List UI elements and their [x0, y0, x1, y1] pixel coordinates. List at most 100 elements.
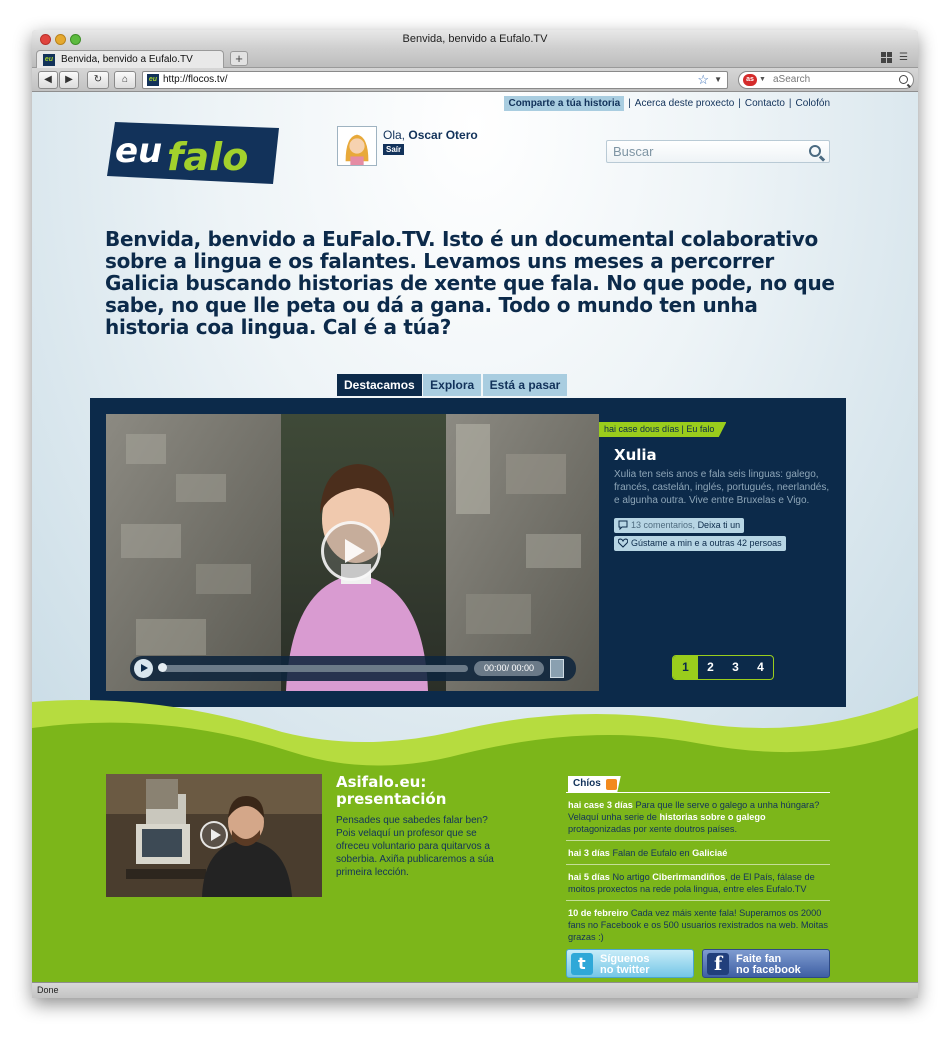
news-date: hai case 3 días — [568, 800, 633, 810]
top-navigation: Comparte a túa historia | Acerca deste pro… — [504, 96, 830, 111]
close-window-button[interactable] — [40, 34, 51, 45]
new-tab-button[interactable]: + — [230, 51, 248, 66]
intro-text: Benvida, benvido a EuFalo.TV. Isto é un … — [105, 227, 835, 339]
comments-pill[interactable]: 13 comentarios, Deixa ti un — [614, 518, 745, 533]
promo-play-icon[interactable] — [200, 821, 228, 849]
back-button[interactable]: ◀ — [38, 71, 58, 89]
facebook-fan-button[interactable]: Faite fan no facebook — [702, 949, 830, 978]
news-date: hai 3 días — [568, 848, 610, 858]
video-controls: 00:00/ 00:00 — [130, 656, 576, 681]
about-link[interactable]: Acerca deste proxecto — [635, 98, 735, 109]
volume-control[interactable] — [550, 659, 564, 678]
contact-link[interactable]: Contacto — [745, 98, 785, 109]
window-title: Benvida, benvido a Eufalo.TV — [402, 33, 548, 45]
browser-tab[interactable]: eu Benvida, benvido a Eufalo.TV — [36, 50, 224, 68]
promo-title[interactable]: Asifalo.eu: presentación — [336, 774, 496, 808]
pager-page-3[interactable]: 3 — [723, 656, 748, 679]
address-bar[interactable]: eu http://flocos.tv/ ☆ ▼ — [142, 71, 728, 89]
news-item: hai 3 días Falan de Eufalo en Galiciaé — [566, 845, 830, 865]
favicon-icon: eu — [43, 54, 55, 66]
facebook-icon — [707, 953, 729, 975]
play-overlay-icon[interactable] — [321, 521, 381, 581]
news-item: 10 de febreiro Cada vez máis xente fala!… — [566, 905, 830, 948]
title-bar: Benvida, benvido a Eufalo.TV — [32, 30, 918, 48]
page-viewport: Comparte a túa historia | Acerca deste pro… — [32, 92, 918, 982]
promo-video-thumbnail[interactable] — [106, 774, 322, 897]
status-bar: Done — [32, 982, 918, 998]
colophon-link[interactable]: Colofón — [796, 98, 830, 109]
share-story-link[interactable]: Comparte a túa historia — [504, 96, 625, 111]
history-dropdown-icon[interactable]: ▼ — [714, 72, 722, 88]
featured-title[interactable]: Xulia — [614, 446, 657, 464]
avatar[interactable] — [337, 126, 377, 166]
minimize-window-button[interactable] — [55, 34, 66, 45]
url-text: http://flocos.tv/ — [163, 74, 228, 85]
search-engine-dropdown-icon[interactable]: ▼ — [759, 72, 766, 88]
logo-text-eu: eu — [115, 131, 162, 171]
tab-destacamos[interactable]: Destacamos — [337, 374, 422, 396]
pager-page-2[interactable]: 2 — [698, 656, 723, 679]
pager-page-1[interactable]: 1 — [673, 656, 698, 679]
featured-tabs: Destacamos Explora Está a pasar — [337, 374, 568, 396]
tab-explora[interactable]: Explora — [423, 374, 482, 396]
news-item: hai 5 días No artigo Ciberirmandiños, de… — [566, 869, 830, 901]
zoom-window-button[interactable] — [70, 34, 81, 45]
featured-description: Xulia ten seis anos e fala seis linguas:… — [614, 469, 830, 506]
comments-count: 13 comentarios, — [631, 520, 696, 530]
chios-label: Chíos — [568, 776, 621, 793]
facebook-line-2: no facebook — [736, 964, 801, 976]
reload-button[interactable]: ↻ — [87, 71, 109, 89]
browser-search-placeholder: aSearch — [773, 74, 811, 85]
logo-text-falo: falo — [167, 135, 248, 179]
comment-icon — [618, 520, 628, 530]
heart-icon — [618, 538, 628, 548]
site-search-placeholder: Buscar — [613, 144, 654, 159]
chios-label-text: Chíos — [573, 778, 601, 789]
tab-esta-a-pasar[interactable]: Está a pasar — [482, 374, 568, 396]
video-progress-bar[interactable] — [158, 663, 468, 672]
forward-button[interactable]: ▶ — [59, 71, 79, 89]
news-link[interactable]: Ciberirmandiños — [652, 872, 725, 882]
news-link[interactable]: historias sobre o galego — [659, 812, 765, 822]
news-list: hai case 3 días Para que lle serve o gal… — [566, 797, 830, 952]
bookmark-star-icon[interactable]: ☆ — [697, 72, 709, 88]
rss-icon[interactable] — [605, 779, 617, 790]
site-favicon-icon: eu — [147, 74, 159, 86]
user-box: Ola, Oscar Otero Saír — [337, 126, 537, 170]
eufalo-logo[interactable]: eu falo — [107, 122, 279, 184]
promo-text: Pensades que sabedes falar ben? Pois vel… — [336, 815, 494, 878]
chios-header: Chíos — [566, 776, 830, 793]
browser-search-field[interactable]: as ▼ aSearch — [738, 71, 914, 89]
user-name[interactable]: Oscar Otero — [408, 128, 477, 142]
featured-video[interactable]: 00:00/ 00:00 — [106, 414, 599, 691]
twitter-icon — [571, 953, 593, 975]
news-date: hai 5 días — [568, 872, 610, 882]
status-text: Done — [37, 985, 59, 995]
menu-icon[interactable]: ☰ — [899, 52, 910, 63]
featured-tag: hai case dous días | Eu falo — [599, 422, 727, 437]
leave-comment-link[interactable]: Deixa ti un — [698, 520, 741, 530]
tab-strip: eu Benvida, benvido a Eufalo.TV + ☰ — [32, 48, 918, 68]
news-date: 10 de febreiro — [568, 908, 629, 918]
home-button[interactable]: ⌂ — [114, 71, 136, 89]
featured-pager: 1234 — [672, 655, 774, 680]
browser-window: Benvida, benvido a Eufalo.TV eu Benvida,… — [32, 30, 918, 998]
greeting: Ola, Oscar Otero — [383, 128, 478, 142]
play-button[interactable] — [134, 659, 153, 678]
pager-page-4[interactable]: 4 — [748, 656, 773, 679]
navigation-bar: ◀ ▶ ↻ ⌂ eu http://flocos.tv/ ☆ ▼ as ▼ aS… — [32, 68, 918, 92]
tab-title: Benvida, benvido a Eufalo.TV — [61, 54, 193, 65]
news-link[interactable]: Galiciaé — [692, 848, 727, 858]
twitter-follow-button[interactable]: Síguenos no twitter — [566, 949, 694, 978]
site-search-input[interactable]: Buscar — [606, 140, 830, 163]
tab-overview-icon[interactable] — [881, 52, 892, 63]
likes-pill[interactable]: Gústame a min e a outras 42 persoas — [614, 536, 786, 551]
progress-knob[interactable] — [158, 663, 167, 672]
logout-button[interactable]: Saír — [383, 144, 405, 155]
search-engine-icon[interactable]: as — [743, 74, 757, 86]
twitter-line-2: no twitter — [600, 964, 650, 976]
site-search-icon[interactable] — [809, 145, 821, 157]
video-time: 00:00/ 00:00 — [474, 661, 544, 676]
likes-text: Gústame a min e a outras 42 persoas — [631, 538, 782, 548]
search-icon[interactable] — [899, 75, 908, 84]
